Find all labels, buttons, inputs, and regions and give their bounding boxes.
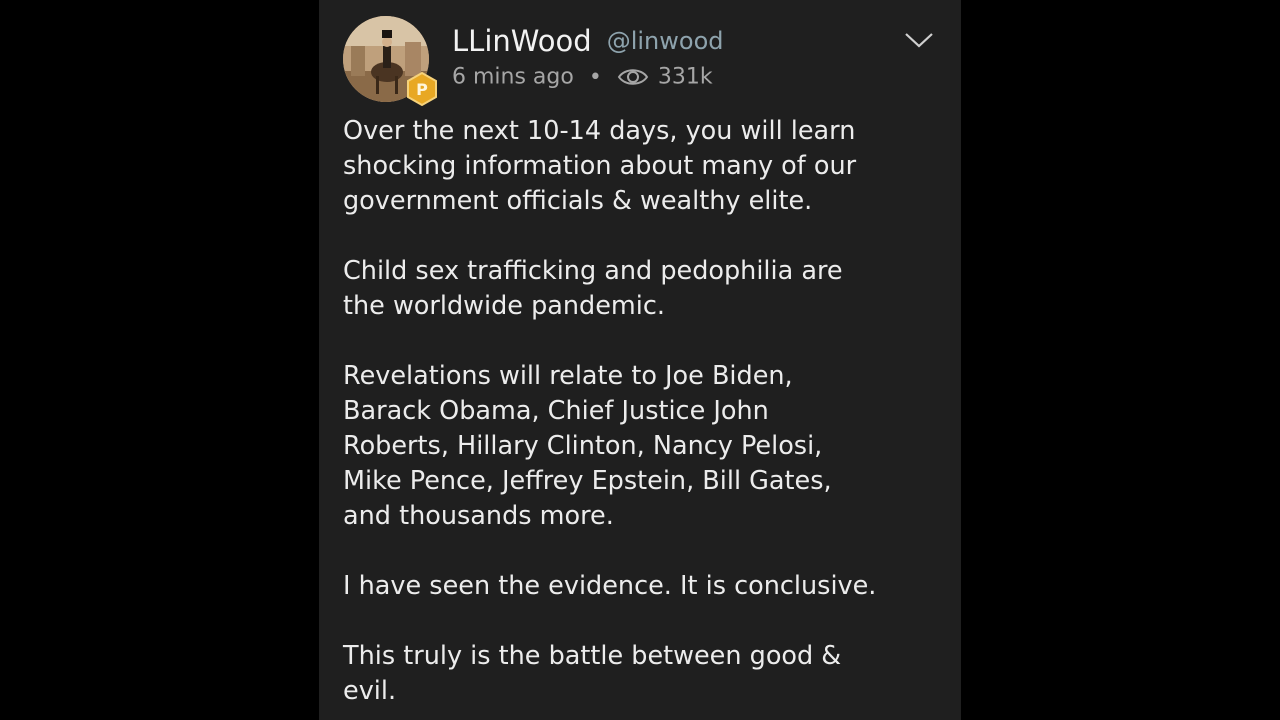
post-timestamp: 6 mins ago (452, 64, 574, 90)
svg-text:P: P (416, 80, 428, 99)
post-meta: 6 mins ago • 331k (452, 64, 713, 94)
author-row: LLinWood @linwood (452, 24, 724, 64)
avatar[interactable]: P (343, 16, 437, 107)
post-card: P LLinWood @linwood 6 mins ago • 331k Ov… (319, 0, 961, 720)
user-handle[interactable]: @linwood (607, 27, 724, 55)
screenshot-frame: P LLinWood @linwood 6 mins ago • 331k Ov… (0, 0, 1280, 720)
display-name[interactable]: LLinWood (452, 24, 592, 58)
eye-icon (617, 66, 649, 88)
post-paragraph: Revelations will relate to Joe Biden, Ba… (343, 361, 832, 531)
post-body: Over the next 10-14 days, you will learn… (343, 114, 943, 720)
post-paragraph: This truly is the battle between good & … (343, 641, 842, 706)
meta-separator: • (588, 64, 602, 90)
post-paragraph: I have seen the evidence. It is conclusi… (343, 571, 877, 601)
post-paragraph: Over the next 10-14 days, you will learn… (343, 116, 857, 216)
chevron-down-icon[interactable] (903, 28, 935, 52)
post-paragraph: Child sex trafficking and pedophilia are… (343, 256, 843, 321)
view-count: 331k (657, 64, 713, 90)
verified-badge-icon: P (405, 71, 439, 107)
